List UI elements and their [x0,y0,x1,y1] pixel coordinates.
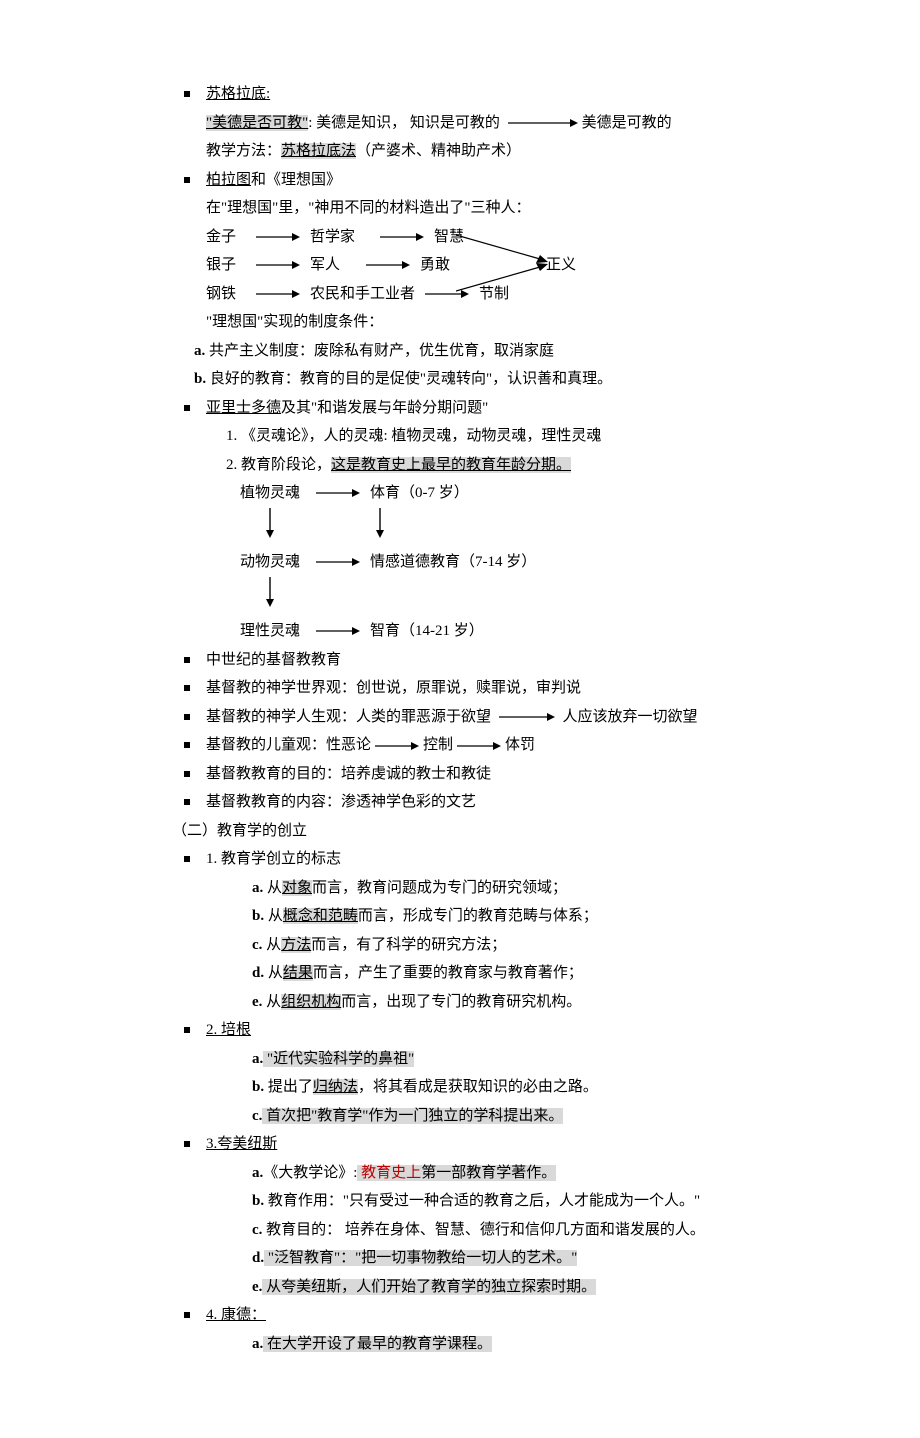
bacon-b: b. 提出了归纳法，将其看成是获取知识的必由之路。 [252,1073,800,1102]
plato-cond: "理想国"实现的制度条件： [206,308,800,337]
arrow-right-icon [316,626,360,636]
arrow-right-icon [375,741,419,751]
bullet-icon [184,799,190,805]
aristotle-diagram: 植物灵魂 体育（0-7 岁） 动物灵魂 情感道德教育（7-14 岁） 理性灵魂 … [240,479,800,646]
item-socrates: 苏格拉底: [184,80,800,109]
founding-a: a. 从对象而言，教育问题成为专门的研究领域； [252,874,800,903]
item-founding: 1. 教育学创立的标志 [184,845,800,874]
bullet-icon [184,685,190,691]
plato-b: b. 良好的教育：教育的目的是促使"灵魂转向"，认识善和真理。 [194,365,800,394]
arrow-right-icon [457,741,501,751]
founding-e: e. 从组织机构而言，出现了专门的教育研究机构。 [252,988,800,1017]
founding-c: c. 从方法而言，有了科学的研究方法； [252,931,800,960]
bullet-icon [184,91,190,97]
comenius-b: b. 教育作用："只有受过一种合适的教育之后，人才能成为一个人。" [252,1187,800,1216]
kant-a: a. 在大学开设了最早的教育学课程。 [252,1330,800,1359]
item-aristotle: 亚里士多德及其"和谐发展与年龄分期问题" [184,394,800,423]
item-comenius: 3.夸美纽斯 [184,1130,800,1159]
founding-d: d. 从结果而言，产生了重要的教育家与教育著作； [252,959,800,988]
arrow-right-icon [256,289,300,299]
socrates-line2: 教学方法：苏格拉底法（产婆术、精神助产术） [206,137,800,166]
bullet-icon [184,1312,190,1318]
text: 基督教的神学人生观：人类的罪恶源于欲望 人应该放弃一切欲望 [206,703,698,732]
bullet-icon [184,405,190,411]
bullet-icon [184,657,190,663]
arrow-right-icon [256,260,300,270]
comenius-c: c. 教育目的： 培养在身体、智慧、德行和信仰几方面和谐发展的人。 [252,1216,800,1245]
down-arrow-icon [240,577,440,607]
bacon-a: a. "近代实验科学的鼻祖" [252,1045,800,1074]
plato-intro: 在"理想国"里，"神用不同的材料造出了"三种人： [206,194,800,223]
item-christ-5: 基督教教育的目的：培养虔诚的教士和教徒 [184,760,800,789]
text: 2. 培根 [206,1016,251,1045]
bullet-icon [184,714,190,720]
arrow-right-icon [316,488,360,498]
text: 3.夸美纽斯 [206,1130,277,1159]
item-plato: 柏拉图和《理想国》 [184,166,800,195]
text: 基督教教育的目的：培养虔诚的教士和教徒 [206,760,491,789]
arrow-right-icon [380,232,424,242]
comenius-a: a.《大教学论》: 教育史上第一部教育学著作。 [252,1159,800,1188]
text: 苏格拉底: [206,80,270,109]
aristotle-s1: 1. 《灵魂论》，人的灵魂: 植物灵魂，动物灵魂，理性灵魂 [226,422,800,451]
bullet-icon [184,1027,190,1033]
plato-diagram: 金子 哲学家 智慧 银子 军人 勇敢 正义 钢铁 农民和手工业者 节制 [206,223,800,309]
bacon-c: c. 首次把"教育学"作为一门独立的学科提出来。 [252,1102,800,1131]
item-bacon: 2. 培根 [184,1016,800,1045]
arrow-right-icon [508,118,578,128]
text: 基督教教育的内容：渗透神学色彩的文艺 [206,788,476,817]
text: 4. 康德： [206,1301,266,1330]
arrow-right-icon [256,232,300,242]
item-christ-6: 基督教教育的内容：渗透神学色彩的文艺 [184,788,800,817]
bullet-icon [184,856,190,862]
item-christ-2: 基督教的神学世界观：创世说，原罪说，赎罪说，审判说 [184,674,800,703]
founding-b: b. 从概念和范畴而言，形成专门的教育范畴与体系； [252,902,800,931]
arrow-right-icon [366,260,410,270]
bullet-icon [184,1141,190,1147]
item-christ-1: 中世纪的基督教教育 [184,646,800,675]
text: 中世纪的基督教教育 [206,646,341,675]
text: 柏拉图和《理想国》 [206,166,341,195]
aristotle-s2: 2. 教育阶段论，这是教育史上最早的教育年龄分期。 [226,451,800,480]
down-arrows-icon [240,508,440,538]
text: 基督教的儿童观：性恶论控制体罚 [206,731,535,760]
comenius-e: e. 从夸美纽斯，人们开始了教育学的独立探索时期。 [252,1273,800,1302]
bullet-icon [184,177,190,183]
bullet-icon [184,742,190,748]
bullet-icon [184,771,190,777]
text: 基督教的神学世界观：创世说，原罪说，赎罪说，审判说 [206,674,581,703]
text: 1. 教育学创立的标志 [206,845,341,874]
item-christ-4: 基督教的儿童观：性恶论控制体罚 [184,731,800,760]
item-kant: 4. 康德： [184,1301,800,1330]
arrow-right-icon [499,712,555,722]
plato-a: a. 共产主义制度：废除私有财产，优生优育，取消家庭 [194,337,800,366]
socrates-line1: "美德是否可教": 美德是知识， 知识是可教的 美德是可教的 [206,109,800,138]
section-2-heading: （二）教育学的创立 [172,817,800,846]
text: 亚里士多德及其"和谐发展与年龄分期问题" [206,394,488,423]
arrow-right-icon [316,557,360,567]
item-christ-3: 基督教的神学人生观：人类的罪恶源于欲望 人应该放弃一切欲望 [184,703,800,732]
comenius-d: d. "泛智教育"："把一切事物教给一切人的艺术。" [252,1244,800,1273]
converge-arrows-icon [456,229,556,301]
